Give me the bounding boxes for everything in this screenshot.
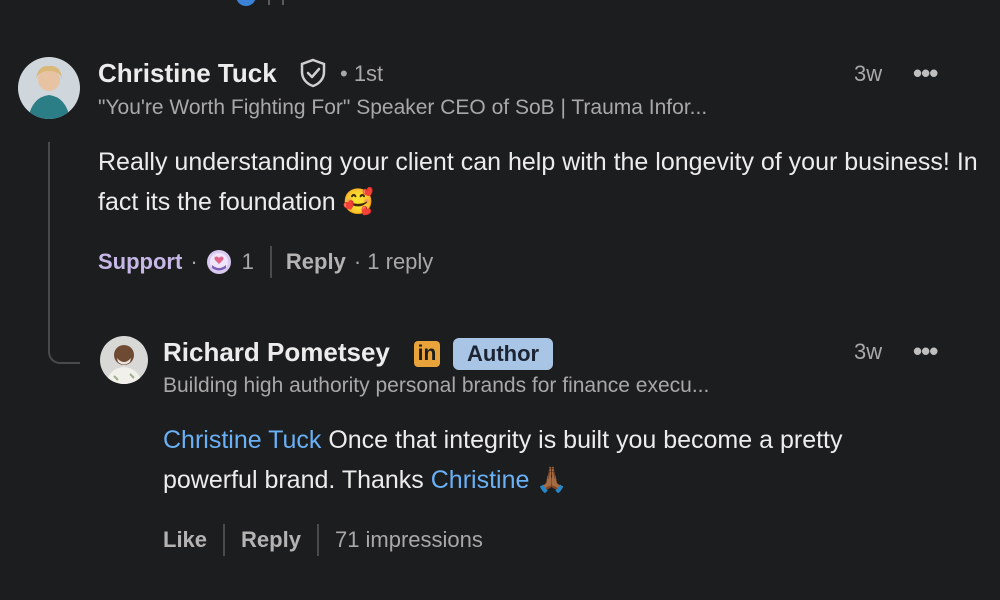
reply-button[interactable]: Reply [286,249,346,275]
more-options-icon[interactable]: ••• [913,58,938,89]
author-badge: Author [453,338,554,370]
reply-timestamp: 3w [854,339,883,364]
separator-dot: · [190,249,198,274]
reaction-icon [236,0,256,6]
thread-connector-line [48,142,80,364]
connection-degree: • 1st [340,61,384,86]
avatar-richard[interactable] [100,336,148,384]
comment-author-name[interactable]: Christine Tuck [98,58,277,89]
comment-text: Really understanding your client can hel… [98,142,978,222]
divider [282,0,284,5]
smiling-hearts-emoji: 🥰 [342,188,374,216]
reply-text: Christine Tuck Once that integrity is bu… [163,420,923,500]
verified-shield-icon [299,58,327,88]
reply-author-name[interactable]: Richard Pometsey [163,337,390,368]
divider [268,0,270,5]
support-button[interactable]: Support [98,249,182,275]
avatar-christine[interactable] [18,57,80,119]
reaction-count[interactable]: 1 [242,249,254,275]
previous-comment-actions [236,0,284,6]
divider [223,524,226,556]
mention-christine[interactable]: Christine [431,466,530,494]
like-button[interactable]: Like [163,527,207,553]
comment-timestamp: 3w [854,61,883,86]
reply-count[interactable]: · 1 reply [354,249,433,275]
impressions-count[interactable]: 71 impressions [335,527,483,553]
folded-hands-emoji: 🙏🏾 [536,466,568,494]
comment-author-headline: "You're Worth Fighting For" Speaker CEO … [98,96,708,119]
mention-christine-tuck[interactable]: Christine Tuck [163,426,321,454]
reply-author-headline: Building high authority personal brands … [163,374,710,397]
support-reaction-icon[interactable] [206,249,232,275]
divider [316,524,319,556]
divider [269,246,272,278]
reply-actions: Like Reply 71 impressions [163,523,483,557]
comment-actions: Support · 1 Reply · 1 reply [98,245,433,279]
reply-more-options-icon[interactable]: ••• [913,336,938,367]
reply-button[interactable]: Reply [241,527,301,553]
linkedin-icon: in [414,341,440,367]
comment-body: Really understanding your client can hel… [98,148,978,216]
